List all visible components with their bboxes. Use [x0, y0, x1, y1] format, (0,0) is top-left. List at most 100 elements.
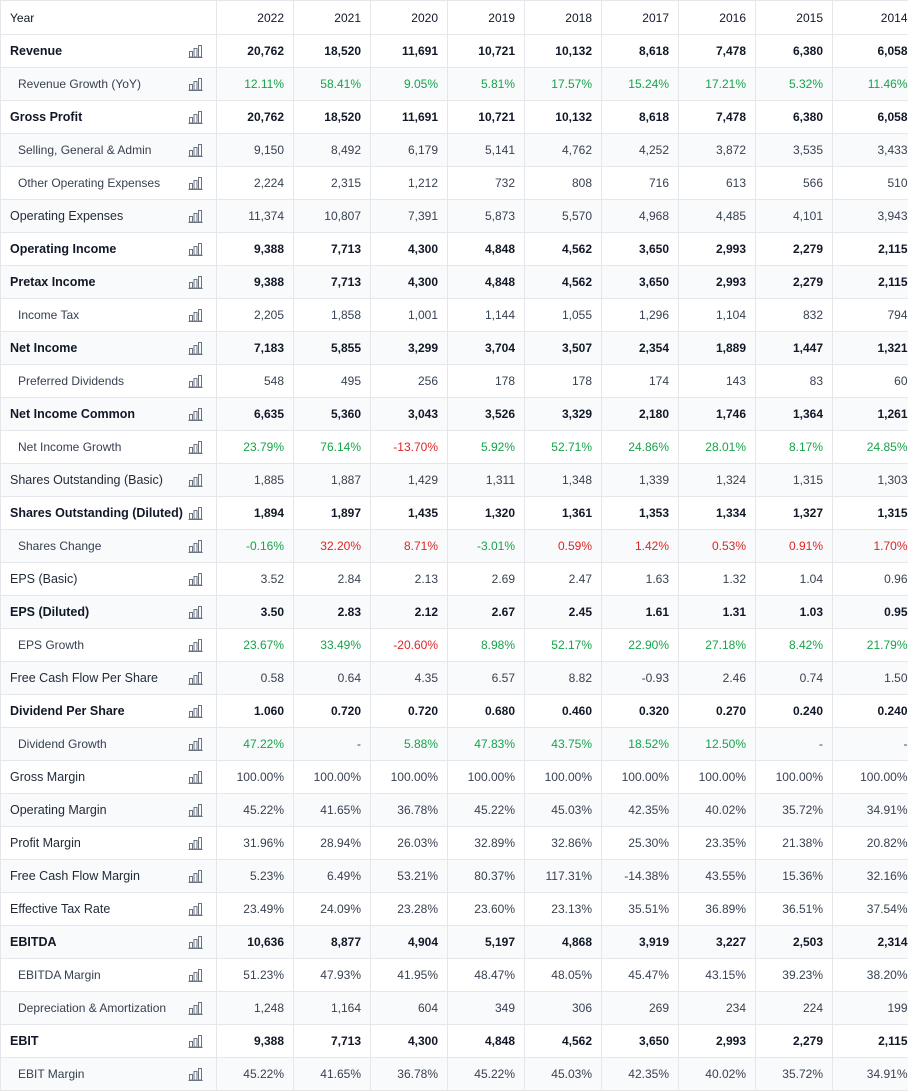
value-cell-2016: 7,478 [679, 101, 756, 134]
bar-chart-icon[interactable] [188, 672, 203, 685]
row-label-cell: EBITDA [1, 926, 217, 959]
value-cell-2018: 1,361 [525, 497, 602, 530]
value-cell-2014: 1,261 [833, 398, 908, 431]
bar-chart-icon[interactable] [188, 441, 203, 454]
year-header-2017[interactable]: 2017 [602, 1, 679, 35]
value-cell-2017: 1,339 [602, 464, 679, 497]
value-cell-2018: 17.57% [525, 68, 602, 101]
value-cell-2018: 23.13% [525, 893, 602, 926]
value-cell-2019: 47.83% [448, 728, 525, 761]
bar-chart-icon[interactable] [188, 276, 203, 289]
value-cell-2022: 1,894 [217, 497, 294, 530]
value-cell-2015: 1,447 [756, 332, 833, 365]
value-cell-2020: 0.720 [371, 695, 448, 728]
value-cell-2021: 28.94% [294, 827, 371, 860]
bar-chart-icon[interactable] [188, 903, 203, 916]
row-revenue: Revenue20,76218,52011,69110,72110,1328,6… [1, 35, 908, 68]
value-cell-2016: 12.50% [679, 728, 756, 761]
bar-chart-icon[interactable] [188, 771, 203, 784]
bar-chart-icon[interactable] [188, 78, 203, 91]
year-header-2016[interactable]: 2016 [679, 1, 756, 35]
value-cell-2017: 45.47% [602, 959, 679, 992]
year-header-2020[interactable]: 2020 [371, 1, 448, 35]
bar-chart-icon[interactable] [188, 309, 203, 322]
bar-chart-icon[interactable] [188, 573, 203, 586]
bar-chart-icon[interactable] [188, 144, 203, 157]
bar-chart-icon[interactable] [188, 111, 203, 124]
row-label-cell: Selling, General & Admin [1, 134, 217, 167]
bar-chart-icon[interactable] [188, 606, 203, 619]
bar-chart-icon[interactable] [188, 177, 203, 190]
value-cell-2020: 6,179 [371, 134, 448, 167]
value-cell-2014: 1.70% [833, 530, 908, 563]
bar-chart-icon[interactable] [188, 936, 203, 949]
year-header-2018[interactable]: 2018 [525, 1, 602, 35]
value-cell-2014: 38.20% [833, 959, 908, 992]
bar-chart-icon[interactable] [188, 375, 203, 388]
value-cell-2021: 10,807 [294, 200, 371, 233]
value-cell-2017: 4,968 [602, 200, 679, 233]
value-cell-2016: 40.02% [679, 794, 756, 827]
bar-chart-icon[interactable] [188, 1002, 203, 1015]
value-cell-2020: 4,300 [371, 233, 448, 266]
row-label: Other Operating Expenses [18, 176, 160, 190]
bar-chart-icon[interactable] [188, 870, 203, 883]
value-cell-2017: 100.00% [602, 761, 679, 794]
bar-chart-icon[interactable] [188, 639, 203, 652]
bar-chart-icon[interactable] [188, 804, 203, 817]
bar-chart-icon[interactable] [188, 342, 203, 355]
value-cell-2017: 24.86% [602, 431, 679, 464]
bar-chart-icon[interactable] [188, 45, 203, 58]
bar-chart-icon[interactable] [188, 408, 203, 421]
bar-chart-icon[interactable] [188, 474, 203, 487]
row-label-cell: Income Tax [1, 299, 217, 332]
row-label-cell: EBIT [1, 1025, 217, 1058]
value-cell-2021: 1,897 [294, 497, 371, 530]
bar-chart-icon[interactable] [188, 507, 203, 520]
value-cell-2022: 45.22% [217, 794, 294, 827]
row-label-cell: Profit Margin [1, 827, 217, 860]
bar-chart-icon[interactable] [188, 969, 203, 982]
bar-chart-icon[interactable] [188, 705, 203, 718]
value-cell-2019: 45.22% [448, 1058, 525, 1091]
bar-chart-icon[interactable] [188, 1068, 203, 1081]
bar-chart-icon[interactable] [188, 540, 203, 553]
row-operating-expenses: Operating Expenses11,37410,8077,3915,873… [1, 200, 908, 233]
value-cell-2019: 4,848 [448, 233, 525, 266]
bar-chart-icon[interactable] [188, 837, 203, 850]
income-statement-table: Year 20222021202020192018201720162015201… [0, 0, 908, 1091]
year-header-2019[interactable]: 2019 [448, 1, 525, 35]
value-cell-2018: 178 [525, 365, 602, 398]
bar-chart-icon[interactable] [188, 738, 203, 751]
value-cell-2022: 11,374 [217, 200, 294, 233]
row-label-cell: Net Income Common [1, 398, 217, 431]
value-cell-2016: 4,485 [679, 200, 756, 233]
bar-chart-icon[interactable] [188, 1035, 203, 1048]
value-cell-2014: 1,303 [833, 464, 908, 497]
year-header-2015[interactable]: 2015 [756, 1, 833, 35]
value-cell-2020: 11,691 [371, 35, 448, 68]
year-header-2021[interactable]: 2021 [294, 1, 371, 35]
bar-chart-icon[interactable] [188, 210, 203, 223]
value-cell-2017: 1,296 [602, 299, 679, 332]
value-cell-2017: 8,618 [602, 101, 679, 134]
year-header-2022[interactable]: 2022 [217, 1, 294, 35]
row-label: Gross Profit [10, 110, 82, 124]
value-cell-2018: 1,055 [525, 299, 602, 332]
value-cell-2018: 117.31% [525, 860, 602, 893]
value-cell-2017: 3,650 [602, 1025, 679, 1058]
value-cell-2015: 5.32% [756, 68, 833, 101]
row-label: Operating Income [10, 242, 116, 256]
value-cell-2014: 32.16% [833, 860, 908, 893]
value-cell-2019: 178 [448, 365, 525, 398]
value-cell-2016: 143 [679, 365, 756, 398]
value-cell-2017: 1,353 [602, 497, 679, 530]
row-label: EPS Growth [18, 638, 84, 652]
row-label: Income Tax [18, 308, 79, 322]
row-income-tax: Income Tax2,2051,8581,0011,1441,0551,296… [1, 299, 908, 332]
row-label: Dividend Growth [18, 737, 107, 751]
bar-chart-icon[interactable] [188, 243, 203, 256]
year-header-2014[interactable]: 2014 [833, 1, 908, 35]
value-cell-2022: 31.96% [217, 827, 294, 860]
value-cell-2015: 21.38% [756, 827, 833, 860]
